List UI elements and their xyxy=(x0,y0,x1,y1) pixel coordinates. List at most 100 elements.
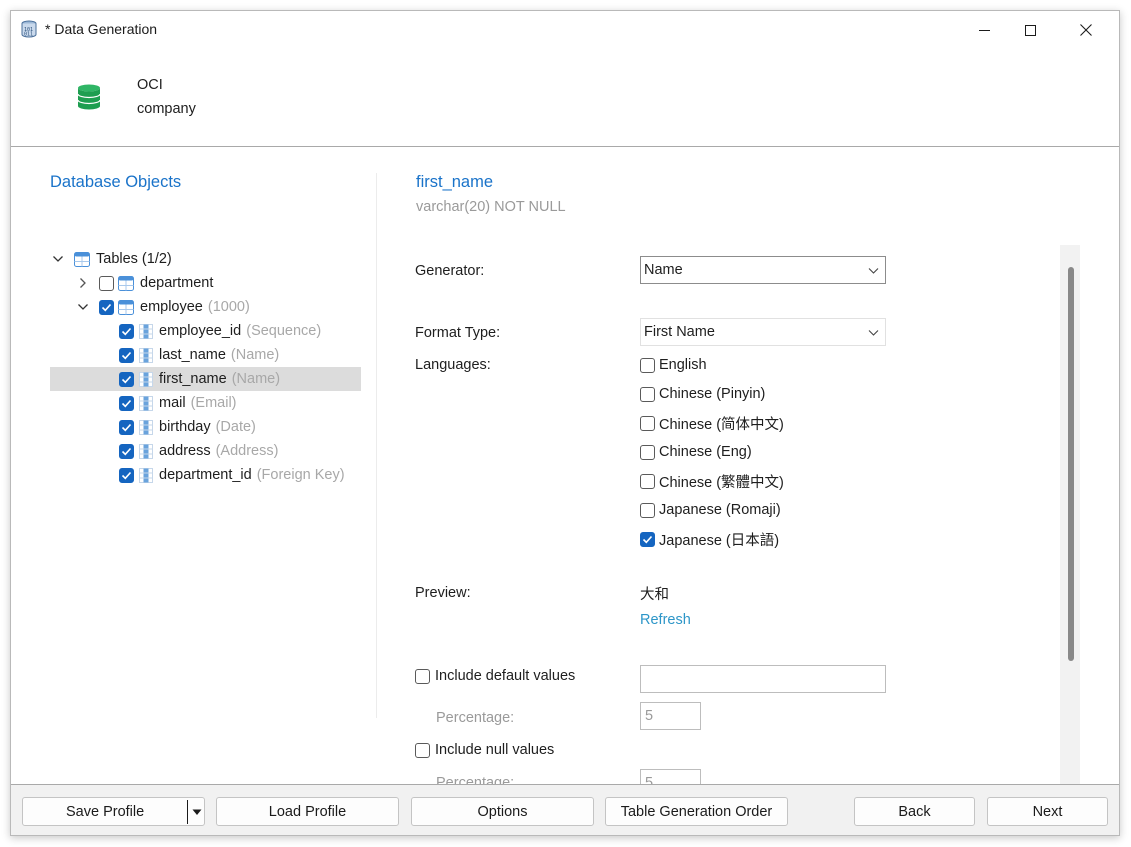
tree-item-employee-id[interactable]: employee_id (Sequence) xyxy=(119,319,321,343)
footer-bar: Save Profile Load Profile Options Table … xyxy=(11,784,1119,835)
column-checkbox[interactable] xyxy=(119,323,134,339)
window-title: * Data Generation xyxy=(45,21,158,37)
tree-item-tables[interactable]: Tables (1/2) xyxy=(52,247,172,271)
languages-label: Languages: xyxy=(415,357,491,373)
generator-label: Generator: xyxy=(415,263,485,279)
language-japanese-romaji[interactable]: Japanese (Romaji) xyxy=(640,499,781,521)
language-chinese-pinyin[interactable]: Chinese (Pinyin) xyxy=(640,383,765,405)
chevron-down-icon[interactable] xyxy=(77,301,89,313)
language-label: Chinese (Eng) xyxy=(659,444,752,460)
column-icon xyxy=(139,371,153,387)
close-button[interactable] xyxy=(1063,11,1109,49)
tree-item-department-id[interactable]: department_id (Foreign Key) xyxy=(119,463,345,487)
department-checkbox[interactable] xyxy=(99,275,114,291)
svg-text:011: 011 xyxy=(24,32,33,38)
tree-item-birthday[interactable]: birthday (Date) xyxy=(119,415,256,439)
format-type-select[interactable]: First Name xyxy=(640,318,886,346)
column-icon xyxy=(139,467,153,483)
maximize-icon xyxy=(1024,24,1036,36)
column-checkbox[interactable] xyxy=(119,467,134,483)
tree-item-address[interactable]: address (Address) xyxy=(119,439,278,463)
maximize-button[interactable] xyxy=(1007,11,1053,49)
column-checkbox[interactable] xyxy=(119,347,134,363)
tree-item-last-name[interactable]: last_name (Name) xyxy=(119,343,279,367)
include-null-checkbox[interactable] xyxy=(415,742,430,758)
dropdown-arrow-icon[interactable] xyxy=(191,806,203,818)
tree-item-label: employee_id xyxy=(159,323,242,339)
column-icon xyxy=(139,443,153,459)
scrollbar-thumb[interactable] xyxy=(1068,267,1074,661)
column-checkbox[interactable] xyxy=(119,395,134,411)
database-icon xyxy=(77,84,101,110)
include-default-values[interactable]: Include default values xyxy=(415,665,575,687)
language-japanese[interactable]: Japanese (日本語) xyxy=(640,528,779,550)
language-label: Chinese (Pinyin) xyxy=(659,386,766,402)
data-generation-window: 101 011 * Data Generation OCI company Da… xyxy=(10,10,1120,836)
language-checkbox[interactable] xyxy=(640,386,655,402)
next-button[interactable]: Next xyxy=(987,797,1108,826)
preview-value: 大和 xyxy=(640,587,669,603)
table-group-icon xyxy=(74,251,90,267)
data-generation-app-icon: 101 011 xyxy=(21,20,37,38)
chevron-right-icon[interactable] xyxy=(77,277,89,289)
tree-item-mail[interactable]: mail (Email) xyxy=(119,391,237,415)
language-chinese-eng[interactable]: Chinese (Eng) xyxy=(640,441,752,463)
chevron-down-icon xyxy=(868,330,879,336)
column-icon xyxy=(139,323,153,339)
format-type-value: First Name xyxy=(644,324,715,340)
default-value-input[interactable] xyxy=(640,665,886,693)
column-checkbox[interactable] xyxy=(119,371,134,387)
language-chinese-traditional[interactable]: Chinese (繁體中文) xyxy=(640,470,784,492)
tree-item-department[interactable]: department xyxy=(77,271,213,295)
title-bar: 101 011 * Data Generation xyxy=(11,11,1119,49)
minimize-button[interactable] xyxy=(961,11,1007,49)
save-profile-button[interactable]: Save Profile xyxy=(22,797,205,826)
language-checkbox[interactable] xyxy=(640,473,655,489)
chevron-down-icon xyxy=(868,268,879,274)
tree-item-label: Tables xyxy=(96,251,138,267)
default-percentage-input[interactable]: 5 xyxy=(640,702,701,730)
generator-value: Name xyxy=(644,262,683,278)
include-null-label: Include null values xyxy=(435,742,555,758)
employee-checkbox[interactable] xyxy=(99,299,114,315)
table-icon xyxy=(118,275,134,291)
column-icon xyxy=(139,419,153,435)
language-checkbox[interactable] xyxy=(640,444,655,460)
split-divider xyxy=(187,800,188,824)
language-checkbox[interactable] xyxy=(640,357,655,373)
chevron-down-icon[interactable] xyxy=(52,253,64,265)
options-button[interactable]: Options xyxy=(411,797,594,826)
table-generation-order-button[interactable]: Table Generation Order xyxy=(605,797,788,826)
connection-name: OCI xyxy=(137,77,163,93)
column-checkbox[interactable] xyxy=(119,419,134,435)
connection-header: OCI company xyxy=(11,49,1119,147)
column-icon xyxy=(139,395,153,411)
table-icon xyxy=(118,299,134,315)
refresh-link[interactable]: Refresh xyxy=(640,612,691,628)
include-null-values[interactable]: Include null values xyxy=(415,739,554,761)
generator-select[interactable]: Name xyxy=(640,256,886,284)
language-english[interactable]: English xyxy=(640,354,707,376)
tree-item-label: birthday xyxy=(159,419,211,435)
tree-item-employee[interactable]: employee (1000) xyxy=(77,295,250,319)
column-checkbox[interactable] xyxy=(119,443,134,459)
tree-item-generator: (Email) xyxy=(190,395,237,411)
language-checkbox[interactable] xyxy=(640,531,655,547)
include-default-checkbox[interactable] xyxy=(415,668,430,684)
load-profile-button[interactable]: Load Profile xyxy=(216,797,399,826)
save-profile-label: Save Profile xyxy=(66,803,145,820)
format-type-label: Format Type: xyxy=(415,325,501,341)
tree-item-generator: (Address) xyxy=(215,443,279,459)
column-type: varchar(20) NOT NULL xyxy=(416,199,566,215)
tree-item-first-name[interactable]: first_name (Name) xyxy=(50,367,361,391)
close-icon xyxy=(1080,24,1092,36)
tree-item-label: mail xyxy=(159,395,186,411)
language-chinese-simplified[interactable]: Chinese (简体中文) xyxy=(640,412,784,434)
language-checkbox[interactable] xyxy=(640,415,655,431)
language-label: Chinese (简体中文) xyxy=(659,416,784,433)
language-label: Japanese (日本語) xyxy=(659,532,780,549)
language-checkbox[interactable] xyxy=(640,502,655,518)
back-button[interactable]: Back xyxy=(854,797,975,826)
tree-item-label: first_name xyxy=(159,371,227,387)
tree-item-label: employee xyxy=(140,299,203,315)
